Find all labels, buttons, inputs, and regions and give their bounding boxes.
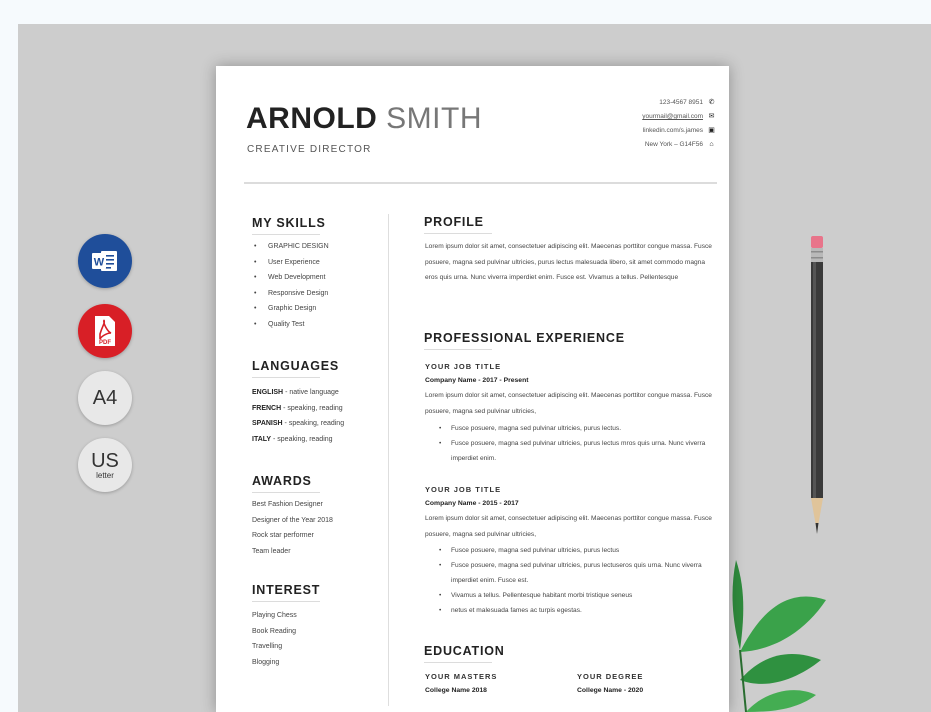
language-item: FRENCH - speaking, reading: [252, 404, 343, 412]
job-bullet: Fusce posuere, magna sed pulvinar ultric…: [425, 436, 717, 466]
education-degree-2: YOUR DEGREE: [577, 672, 644, 681]
award-item: Best Fashion Designer: [252, 501, 323, 508]
job-bullet: Fusce posuere, magna sed pulvinar ultric…: [425, 421, 717, 436]
languages-heading: LANGUAGES: [252, 359, 339, 378]
award-item: Rock star performer: [252, 532, 314, 539]
language-item: ENGLISH - native language: [252, 389, 339, 396]
us-label: US: [91, 449, 119, 472]
home-icon: ⌂: [709, 141, 714, 148]
us-letter-format-badge[interactable]: US letter: [78, 438, 132, 492]
company-2: Company Name - 2015 - 2017: [425, 500, 519, 507]
skill-item: Responsive Design: [254, 286, 329, 302]
job-desc-2: Lorem ipsum dolor sit amet, consectetuer…: [425, 515, 712, 538]
word-format-badge[interactable]: W: [78, 234, 132, 288]
interest-list: Playing Chess Book Reading Travelling Bl…: [252, 608, 297, 670]
award-item: Team leader: [252, 547, 291, 555]
contact-info: 123-4567 8951 ✆ yourmail@gmail.com ✉ linke…: [642, 96, 715, 152]
languages-list: ENGLISH - native language FRENCH - speak…: [252, 385, 344, 447]
interest-item: Book Reading: [252, 627, 296, 635]
resume-page: ARNOLD SMITH CREATIVE DIRECTOR 123-4567 …: [216, 66, 729, 712]
contact-email[interactable]: yourmail@gmail.com ✉: [642, 110, 715, 124]
skill-item: GRAPHIC DESIGN: [254, 239, 329, 255]
education-school-2: College Name - 2020: [577, 687, 644, 694]
interest-item: Playing Chess: [252, 612, 297, 619]
phone-icon: ✆: [708, 99, 715, 106]
job-title: CREATIVE DIRECTOR: [247, 144, 372, 155]
skill-item: User Experience: [254, 255, 329, 271]
pencil-illustration: [811, 236, 823, 534]
interest-item: Travelling: [252, 643, 283, 650]
skills-list: GRAPHIC DESIGN User Experience Web Devel…: [254, 239, 329, 332]
education-degree-1: YOUR MASTERS: [425, 672, 498, 681]
plant-illustration: [732, 560, 826, 712]
skills-heading: MY SKILLS: [252, 216, 326, 235]
language-item: SPANISH - speaking, reading: [252, 420, 345, 427]
word-icon: W: [92, 251, 117, 271]
contact-location: New York – G14F56 ⌂: [642, 138, 715, 152]
column-divider: [388, 214, 389, 706]
interest-heading: INTEREST: [252, 583, 320, 602]
a4-format-badge[interactable]: A4: [78, 371, 132, 425]
job-bullets-1: Fusce posuere, magna sed pulvinar ultric…: [425, 421, 717, 466]
education-school-1: College Name 2018: [425, 687, 487, 694]
job-bullet: netus et malesuada fames ac turpis egest…: [425, 603, 717, 618]
last-name: SMITH: [386, 102, 482, 135]
job-desc-1: Lorem ipsum dolor sit amet, consectetuer…: [425, 392, 712, 415]
skill-item: Quality Test: [254, 317, 329, 333]
job-title-1: YOUR JOB TITLE: [425, 362, 502, 371]
candidate-name: ARNOLD SMITH: [246, 102, 482, 136]
interest-item: Blogging: [252, 658, 280, 666]
award-item: Designer of the Year 2018: [252, 516, 333, 524]
language-item: ITALY - speaking, reading: [252, 435, 333, 443]
svg-text:W: W: [94, 257, 105, 269]
letter-label: letter: [96, 470, 114, 480]
skill-item: Graphic Design: [254, 301, 329, 317]
header-divider: [244, 182, 717, 184]
mail-icon: ✉: [708, 113, 715, 120]
awards-list: Best Fashion Designer Designer of the Ye…: [252, 497, 333, 559]
job-bullet: Fusce posuere, magna sed pulvinar ultric…: [425, 543, 717, 558]
job-bullet: Vivamus a tellus. Pellentesque habitant …: [425, 588, 717, 603]
first-name: ARNOLD: [246, 102, 378, 135]
contact-phone: 123-4567 8951 ✆: [642, 96, 715, 110]
contact-linkedin[interactable]: linkedin.com/s.james ▣: [642, 124, 715, 138]
a4-label: A4: [92, 387, 118, 409]
pdf-icon: PDF: [95, 316, 115, 346]
education-heading: EDUCATION: [424, 644, 505, 663]
awards-heading: AWARDS: [252, 474, 320, 493]
company-1: Company Name - 2017 - Present: [425, 377, 529, 384]
profile-text: Lorem ipsum dolor sit amet, consectetuer…: [425, 243, 712, 281]
job-bullet: Fusce posuere, magna sed pulvinar ultric…: [425, 558, 717, 588]
pdf-label: PDF: [99, 340, 111, 346]
profile-heading: PROFILE: [424, 215, 492, 234]
experience-heading: PROFESSIONAL EXPERIENCE: [424, 331, 625, 350]
skill-item: Web Development: [254, 270, 329, 286]
pdf-format-badge[interactable]: PDF: [78, 304, 132, 358]
job-bullets-2: Fusce posuere, magna sed pulvinar ultric…: [425, 543, 717, 618]
job-title-2: YOUR JOB TITLE: [425, 485, 502, 494]
linkedin-icon: ▣: [708, 127, 715, 134]
